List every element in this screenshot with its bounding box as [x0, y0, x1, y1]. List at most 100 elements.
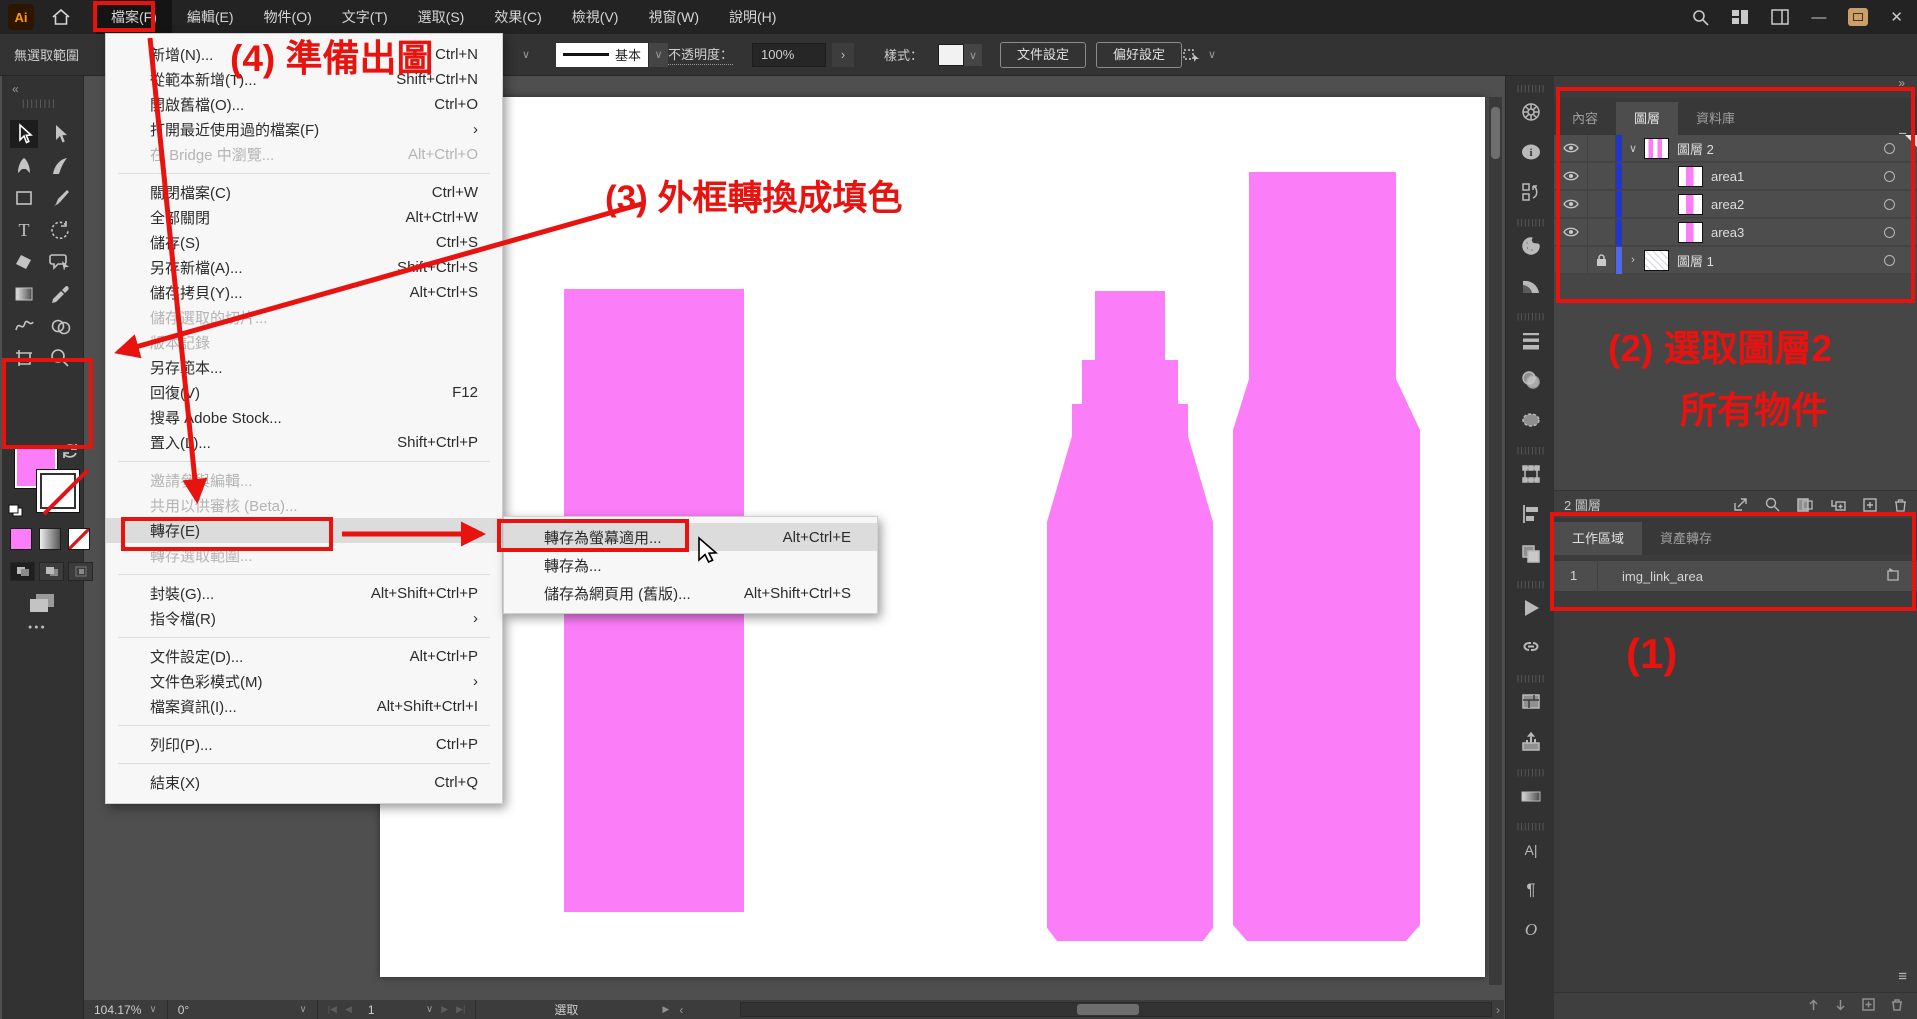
submenu-item-save-for-web-legacy[interactable]: 儲存為網頁用 (舊版)...Alt+Shift+Ctrl+S [504, 579, 877, 607]
appearance-panel-icon[interactable] [1519, 408, 1543, 432]
menu-item-new-from-template[interactable]: 從範本新增(T)...Shift+Ctrl+N [106, 67, 502, 92]
menu-item-close-all[interactable]: 全部關閉Alt+Ctrl+W [106, 205, 502, 230]
style-dropdown-button[interactable]: ∨ [964, 44, 982, 66]
asset-export-panel-icon[interactable] [1519, 730, 1543, 754]
vertical-scrollbar[interactable] [1489, 97, 1502, 985]
rectangle-tool[interactable] [10, 184, 38, 212]
menu-item-package[interactable]: 封裝(G)...Alt+Shift+Ctrl+P [106, 581, 502, 606]
layer-row-area2[interactable]: area2 [1554, 191, 1917, 218]
select-similar-dropdown[interactable]: ∨ [1182, 46, 1216, 64]
menu-item-close[interactable]: 關閉檔案(C)Ctrl+W [106, 180, 502, 205]
target-circle-icon[interactable] [1884, 227, 1895, 238]
align-panel-icon[interactable] [1519, 502, 1543, 526]
object-thumbnail[interactable] [1678, 194, 1703, 215]
search-icon[interactable] [1692, 9, 1709, 26]
tab-artboards[interactable]: 工作區域 [1554, 522, 1642, 555]
links-panel-icon[interactable] [1519, 636, 1543, 660]
status-bar-play-icon[interactable]: ▶ [662, 1004, 669, 1015]
menu-item-place[interactable]: 置入(L)...Shift+Ctrl+P [106, 430, 502, 455]
menu-item-document-color-mode[interactable]: 文件色彩模式(M)› [106, 669, 502, 694]
visibility-eye-icon[interactable] [1554, 163, 1588, 190]
dock-gripper[interactable]: |||||||| [1517, 84, 1543, 93]
menu-item-document-setup[interactable]: 文件設定(D)...Alt+Ctrl+P [106, 644, 502, 669]
object-thumbnail[interactable] [1678, 166, 1703, 187]
tab-layers[interactable]: 圖層 [1616, 102, 1678, 135]
artboard-tool[interactable] [10, 344, 38, 372]
swap-fill-stroke-icon[interactable] [60, 442, 80, 460]
magenta-bottle-shape-large[interactable] [1232, 170, 1422, 942]
paintbrush-tool[interactable] [46, 184, 74, 212]
character-panel-icon[interactable]: A| [1519, 838, 1543, 862]
visibility-eye-icon[interactable] [1554, 191, 1588, 218]
style-swatch[interactable] [938, 44, 964, 66]
menu-item-exit[interactable]: 結束(X)Ctrl+Q [106, 770, 502, 795]
actions-panel-icon[interactable] [1519, 596, 1543, 620]
color-panel-icon[interactable] [1519, 234, 1543, 258]
illustrator-logo-icon[interactable]: Ai [8, 4, 34, 30]
shape-builder-tool[interactable] [46, 312, 74, 340]
object-name[interactable]: area1 [1711, 169, 1744, 184]
horizontal-scrollbar[interactable] [740, 1002, 1492, 1017]
artboards-panel-icon[interactable] [1519, 690, 1543, 714]
variables-icon[interactable] [1519, 180, 1543, 204]
close-button[interactable]: ✕ [1890, 8, 1903, 26]
layer-row-layer1[interactable]: › 圖層 1 [1554, 247, 1917, 274]
menu-item-print[interactable]: 列印(P)...Ctrl+P [106, 732, 502, 757]
move-up-icon[interactable] [1808, 999, 1819, 1014]
lock-icon[interactable] [1588, 247, 1616, 274]
menu-file[interactable]: 檔案(F) [96, 0, 172, 34]
last-artboard-button[interactable]: ▶| [456, 1004, 465, 1015]
opacity-more-button[interactable]: › [832, 43, 854, 67]
delete-layer-icon[interactable] [1894, 498, 1907, 512]
object-thumbnail[interactable] [1678, 222, 1703, 243]
layer-thumbnail[interactable] [1644, 138, 1669, 159]
draw-behind-mode-button[interactable] [39, 562, 64, 581]
curvature-tool[interactable] [46, 152, 74, 180]
menu-item-open-recent[interactable]: 打開最近使用過的檔案(F)› [106, 117, 502, 142]
first-artboard-button[interactable]: |◀ [328, 1004, 337, 1015]
target-circle-icon[interactable] [1884, 171, 1895, 182]
menu-item-new[interactable]: 新增(N)...Ctrl+N [106, 42, 502, 67]
gradient-button[interactable] [39, 528, 61, 550]
stroke-panel-icon[interactable] [1519, 328, 1543, 352]
new-sublayer-icon[interactable] [1830, 498, 1846, 512]
minimize-button[interactable]: — [1811, 9, 1826, 26]
menu-object[interactable]: 物件(O) [249, 0, 327, 34]
color-guide-icon[interactable] [1519, 100, 1543, 124]
scroll-right-icon[interactable]: › [1496, 1003, 1500, 1017]
visibility-eye-icon[interactable] [1554, 219, 1588, 246]
menu-item-save-as-template[interactable]: 另存範本... [106, 355, 502, 380]
collapse-panels-icon[interactable]: » [1554, 76, 1917, 98]
color-button[interactable] [10, 528, 32, 550]
menu-window[interactable]: 視窗(W) [633, 0, 714, 34]
menu-type[interactable]: 文字(T) [327, 0, 403, 34]
layer-row-area1[interactable]: area1 [1554, 163, 1917, 190]
stroke-style-dropdown[interactable]: 基本 ∨ [556, 43, 668, 67]
artboard-icon[interactable] [1885, 568, 1901, 585]
color-guide-fan-icon[interactable] [1519, 274, 1543, 298]
menu-item-file-info[interactable]: 檔案資訊(I)...Alt+Shift+Ctrl+I [106, 694, 502, 719]
layer-name[interactable]: 圖層 2 [1677, 139, 1714, 158]
opentype-panel-icon[interactable]: O [1519, 918, 1543, 942]
menu-effect[interactable]: 效果(C) [479, 0, 556, 34]
menu-item-open[interactable]: 開啟舊檔(O)...Ctrl+O [106, 92, 502, 117]
locate-object-icon[interactable] [1765, 497, 1780, 512]
document-info-icon[interactable]: i [1519, 140, 1543, 164]
zoom-level-dropdown[interactable]: 104.17% ∨ [84, 1000, 168, 1019]
home-icon[interactable] [52, 9, 70, 25]
layer-row-layer2[interactable]: ∨ 圖層 2 [1554, 135, 1917, 162]
artboard-name[interactable]: img_link_area [1598, 569, 1703, 584]
horizontal-scrollbar-thumb[interactable] [1077, 1004, 1139, 1015]
selection-tool[interactable] [10, 120, 38, 148]
menu-item-save-a-copy[interactable]: 儲存拷貝(Y)...Alt+Ctrl+S [106, 280, 502, 305]
delete-artboard-icon[interactable] [1891, 998, 1903, 1014]
move-down-icon[interactable] [1835, 999, 1846, 1014]
paragraph-panel-icon[interactable]: ¶ [1519, 878, 1543, 902]
artboard-row[interactable]: 1 img_link_area [1554, 560, 1917, 592]
draw-inside-mode-button[interactable] [68, 562, 93, 581]
submenu-item-export-for-screens[interactable]: 轉存為螢幕適用...Alt+Ctrl+E [504, 523, 877, 551]
target-circle-icon[interactable] [1884, 255, 1895, 266]
new-artboard-icon[interactable] [1862, 998, 1875, 1014]
draw-normal-mode-button[interactable] [10, 562, 35, 581]
stroke-color-swatch[interactable] [36, 469, 80, 513]
